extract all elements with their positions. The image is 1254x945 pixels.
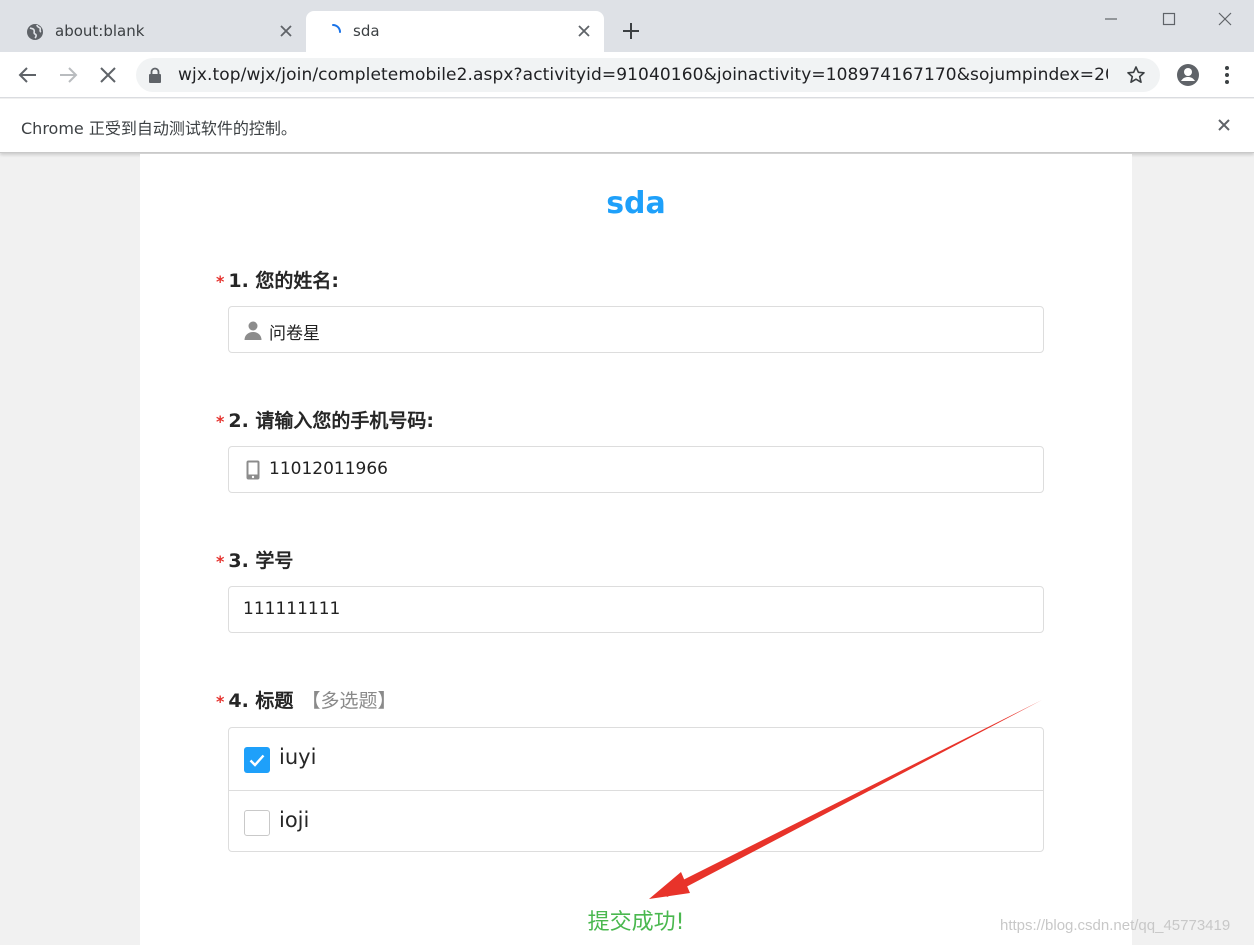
- infobar-message: Chrome 正受到自动测试软件的控制。: [21, 119, 297, 138]
- close-tab-icon[interactable]: [576, 23, 592, 39]
- student-id-input[interactable]: 111111111: [228, 586, 1044, 633]
- phone-input[interactable]: 11012011966: [228, 446, 1044, 493]
- back-arrow-icon[interactable]: [17, 64, 39, 86]
- required-mark: *: [216, 412, 225, 431]
- question-text: 4. 标题: [228, 690, 294, 712]
- required-mark: *: [216, 692, 225, 711]
- tab-title: about:blank: [55, 22, 145, 40]
- survey-card: sda * 1. 您的姓名: 问卷星 * 2. 请输入您的手机号码: 1101201…: [140, 154, 1132, 945]
- required-mark: *: [216, 552, 225, 571]
- tab-sda[interactable]: sda: [306, 11, 604, 52]
- option-label: ioji: [279, 808, 310, 832]
- profile-avatar-icon[interactable]: [1176, 63, 1200, 87]
- address-bar[interactable]: wjx.top/wjx/join/completemobile2.aspx?ac…: [136, 58, 1160, 92]
- close-icon[interactable]: [1216, 117, 1232, 133]
- checkbox-checked[interactable]: [244, 747, 270, 773]
- required-mark: *: [216, 272, 225, 291]
- question-type-tag: 【多选题】: [301, 690, 397, 712]
- globe-icon: [27, 24, 43, 40]
- survey-title: sda: [606, 186, 666, 221]
- question-text: 1. 您的姓名:: [228, 270, 340, 292]
- tab-about-blank[interactable]: about:blank: [8, 11, 306, 52]
- close-tab-icon[interactable]: [278, 23, 294, 39]
- phone-value: 11012011966: [269, 459, 388, 479]
- forward-arrow-icon[interactable]: [57, 64, 79, 86]
- tab-strip: about:blank sda: [0, 0, 1254, 52]
- options-list: iuyi ioji: [228, 727, 1044, 852]
- checkmark-icon: [249, 754, 265, 767]
- more-menu-icon[interactable]: [1218, 63, 1236, 87]
- browser-toolbar: wjx.top/wjx/join/completemobile2.aspx?ac…: [0, 52, 1254, 98]
- window-close-icon[interactable]: [1214, 8, 1236, 30]
- option-iuyi[interactable]: iuyi: [229, 728, 1043, 790]
- phone-icon: [246, 460, 260, 480]
- question-text: 3. 学号: [228, 550, 294, 572]
- watermark-text: https://blog.csdn.net/qq_45773419: [1000, 917, 1231, 934]
- new-tab-plus-icon[interactable]: [620, 20, 642, 42]
- submit-success-message: 提交成功!: [587, 910, 685, 935]
- option-label: iuyi: [279, 745, 317, 769]
- question-label: * 1. 您的姓名:: [216, 266, 339, 293]
- question-label: * 2. 请输入您的手机号码:: [216, 406, 434, 433]
- automation-infobar: Chrome 正受到自动测试软件的控制。: [0, 99, 1254, 153]
- tab-title: sda: [353, 22, 380, 40]
- question-text: 2. 请输入您的手机号码:: [228, 410, 435, 432]
- option-ioji[interactable]: ioji: [229, 790, 1043, 852]
- minimize-icon[interactable]: [1100, 8, 1122, 30]
- lock-icon[interactable]: [148, 67, 162, 83]
- name-input[interactable]: 问卷星: [228, 306, 1044, 353]
- name-value: 问卷星: [269, 324, 320, 344]
- maximize-icon[interactable]: [1158, 8, 1180, 30]
- bookmark-star-icon[interactable]: [1126, 65, 1146, 85]
- loading-spinner-icon: [332, 24, 341, 33]
- url-text: wjx.top/wjx/join/completemobile2.aspx?ac…: [178, 65, 1108, 85]
- student-id-value: 111111111: [243, 599, 341, 619]
- stop-loading-icon[interactable]: [97, 64, 119, 86]
- question-label: * 3. 学号: [216, 546, 293, 573]
- person-icon: [244, 321, 262, 340]
- checkbox-unchecked[interactable]: [244, 810, 270, 836]
- question-label: * 4. 标题 【多选题】: [216, 686, 396, 713]
